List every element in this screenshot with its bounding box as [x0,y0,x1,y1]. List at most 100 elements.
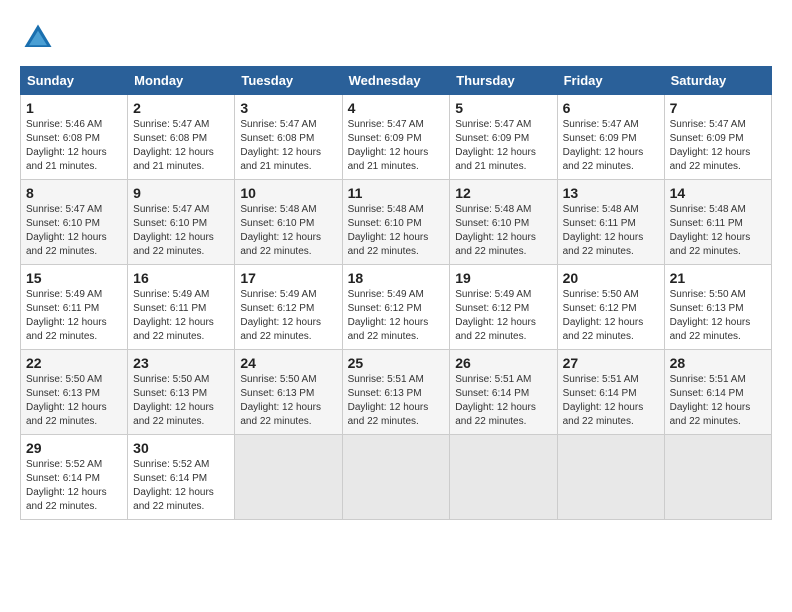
day-number: 12 [455,185,551,201]
calendar-week-3: 15 Sunrise: 5:49 AMSunset: 6:11 PMDaylig… [21,265,772,350]
day-number: 25 [348,355,445,371]
weekday-header-monday: Monday [128,67,235,95]
calendar-cell: 14 Sunrise: 5:48 AMSunset: 6:11 PMDaylig… [664,180,771,265]
day-number: 3 [240,100,336,116]
day-number: 11 [348,185,445,201]
calendar-cell: 29 Sunrise: 5:52 AMSunset: 6:14 PMDaylig… [21,435,128,520]
day-number: 18 [348,270,445,286]
day-info: Sunrise: 5:50 AMSunset: 6:13 PMDaylight:… [26,374,107,427]
day-number: 4 [348,100,445,116]
weekday-header-row: SundayMondayTuesdayWednesdayThursdayFrid… [21,67,772,95]
calendar-week-1: 1 Sunrise: 5:46 AMSunset: 6:08 PMDayligh… [21,95,772,180]
day-number: 23 [133,355,229,371]
calendar-cell: 17 Sunrise: 5:49 AMSunset: 6:12 PMDaylig… [235,265,342,350]
calendar-cell [557,435,664,520]
day-number: 22 [26,355,122,371]
calendar-table: SundayMondayTuesdayWednesdayThursdayFrid… [20,66,772,520]
weekday-header-friday: Friday [557,67,664,95]
day-info: Sunrise: 5:51 AMSunset: 6:14 PMDaylight:… [670,374,751,427]
day-number: 15 [26,270,122,286]
day-info: Sunrise: 5:48 AMSunset: 6:10 PMDaylight:… [348,204,429,257]
weekday-header-saturday: Saturday [664,67,771,95]
calendar-cell: 6 Sunrise: 5:47 AMSunset: 6:09 PMDayligh… [557,95,664,180]
day-info: Sunrise: 5:47 AMSunset: 6:08 PMDaylight:… [240,119,321,172]
calendar-cell: 3 Sunrise: 5:47 AMSunset: 6:08 PMDayligh… [235,95,342,180]
weekday-header-wednesday: Wednesday [342,67,450,95]
calendar-week-4: 22 Sunrise: 5:50 AMSunset: 6:13 PMDaylig… [21,350,772,435]
day-number: 6 [563,100,659,116]
calendar-cell: 27 Sunrise: 5:51 AMSunset: 6:14 PMDaylig… [557,350,664,435]
calendar-cell: 30 Sunrise: 5:52 AMSunset: 6:14 PMDaylig… [128,435,235,520]
day-info: Sunrise: 5:50 AMSunset: 6:13 PMDaylight:… [240,374,321,427]
day-number: 29 [26,440,122,456]
day-info: Sunrise: 5:51 AMSunset: 6:14 PMDaylight:… [563,374,644,427]
day-info: Sunrise: 5:48 AMSunset: 6:10 PMDaylight:… [455,204,536,257]
day-info: Sunrise: 5:47 AMSunset: 6:09 PMDaylight:… [563,119,644,172]
day-info: Sunrise: 5:46 AMSunset: 6:08 PMDaylight:… [26,119,107,172]
calendar-cell: 2 Sunrise: 5:47 AMSunset: 6:08 PMDayligh… [128,95,235,180]
day-number: 7 [670,100,766,116]
calendar-cell: 21 Sunrise: 5:50 AMSunset: 6:13 PMDaylig… [664,265,771,350]
day-number: 16 [133,270,229,286]
day-info: Sunrise: 5:49 AMSunset: 6:11 PMDaylight:… [26,289,107,342]
calendar-week-5: 29 Sunrise: 5:52 AMSunset: 6:14 PMDaylig… [21,435,772,520]
day-number: 1 [26,100,122,116]
calendar-cell: 5 Sunrise: 5:47 AMSunset: 6:09 PMDayligh… [450,95,557,180]
day-number: 30 [133,440,229,456]
day-number: 27 [563,355,659,371]
calendar-cell [450,435,557,520]
calendar-cell: 1 Sunrise: 5:46 AMSunset: 6:08 PMDayligh… [21,95,128,180]
weekday-header-thursday: Thursday [450,67,557,95]
day-info: Sunrise: 5:52 AMSunset: 6:14 PMDaylight:… [26,459,107,512]
calendar-week-2: 8 Sunrise: 5:47 AMSunset: 6:10 PMDayligh… [21,180,772,265]
calendar-cell: 25 Sunrise: 5:51 AMSunset: 6:13 PMDaylig… [342,350,450,435]
day-number: 10 [240,185,336,201]
calendar-cell: 9 Sunrise: 5:47 AMSunset: 6:10 PMDayligh… [128,180,235,265]
day-info: Sunrise: 5:49 AMSunset: 6:11 PMDaylight:… [133,289,214,342]
day-info: Sunrise: 5:50 AMSunset: 6:12 PMDaylight:… [563,289,644,342]
weekday-header-tuesday: Tuesday [235,67,342,95]
logo-icon [20,20,56,56]
day-info: Sunrise: 5:51 AMSunset: 6:13 PMDaylight:… [348,374,429,427]
day-number: 5 [455,100,551,116]
day-info: Sunrise: 5:48 AMSunset: 6:10 PMDaylight:… [240,204,321,257]
day-info: Sunrise: 5:47 AMSunset: 6:09 PMDaylight:… [455,119,536,172]
calendar-cell: 7 Sunrise: 5:47 AMSunset: 6:09 PMDayligh… [664,95,771,180]
day-number: 13 [563,185,659,201]
calendar-body: 1 Sunrise: 5:46 AMSunset: 6:08 PMDayligh… [21,95,772,520]
day-info: Sunrise: 5:50 AMSunset: 6:13 PMDaylight:… [133,374,214,427]
calendar-cell: 10 Sunrise: 5:48 AMSunset: 6:10 PMDaylig… [235,180,342,265]
day-number: 24 [240,355,336,371]
day-info: Sunrise: 5:51 AMSunset: 6:14 PMDaylight:… [455,374,536,427]
day-info: Sunrise: 5:48 AMSunset: 6:11 PMDaylight:… [670,204,751,257]
day-number: 17 [240,270,336,286]
calendar-cell: 13 Sunrise: 5:48 AMSunset: 6:11 PMDaylig… [557,180,664,265]
day-info: Sunrise: 5:47 AMSunset: 6:09 PMDaylight:… [348,119,429,172]
day-number: 20 [563,270,659,286]
day-info: Sunrise: 5:49 AMSunset: 6:12 PMDaylight:… [455,289,536,342]
day-info: Sunrise: 5:52 AMSunset: 6:14 PMDaylight:… [133,459,214,512]
weekday-header-sunday: Sunday [21,67,128,95]
calendar-cell [664,435,771,520]
day-info: Sunrise: 5:49 AMSunset: 6:12 PMDaylight:… [240,289,321,342]
day-number: 19 [455,270,551,286]
calendar-cell: 26 Sunrise: 5:51 AMSunset: 6:14 PMDaylig… [450,350,557,435]
calendar-cell: 20 Sunrise: 5:50 AMSunset: 6:12 PMDaylig… [557,265,664,350]
day-info: Sunrise: 5:48 AMSunset: 6:11 PMDaylight:… [563,204,644,257]
day-number: 26 [455,355,551,371]
calendar-cell: 19 Sunrise: 5:49 AMSunset: 6:12 PMDaylig… [450,265,557,350]
calendar-cell: 23 Sunrise: 5:50 AMSunset: 6:13 PMDaylig… [128,350,235,435]
day-info: Sunrise: 5:47 AMSunset: 6:10 PMDaylight:… [133,204,214,257]
calendar-cell: 18 Sunrise: 5:49 AMSunset: 6:12 PMDaylig… [342,265,450,350]
calendar-cell: 16 Sunrise: 5:49 AMSunset: 6:11 PMDaylig… [128,265,235,350]
day-info: Sunrise: 5:47 AMSunset: 6:10 PMDaylight:… [26,204,107,257]
day-info: Sunrise: 5:50 AMSunset: 6:13 PMDaylight:… [670,289,751,342]
calendar-cell [235,435,342,520]
calendar-cell: 4 Sunrise: 5:47 AMSunset: 6:09 PMDayligh… [342,95,450,180]
calendar-cell [342,435,450,520]
day-number: 21 [670,270,766,286]
calendar-cell: 12 Sunrise: 5:48 AMSunset: 6:10 PMDaylig… [450,180,557,265]
day-info: Sunrise: 5:49 AMSunset: 6:12 PMDaylight:… [348,289,429,342]
calendar-cell: 11 Sunrise: 5:48 AMSunset: 6:10 PMDaylig… [342,180,450,265]
calendar-cell: 15 Sunrise: 5:49 AMSunset: 6:11 PMDaylig… [21,265,128,350]
